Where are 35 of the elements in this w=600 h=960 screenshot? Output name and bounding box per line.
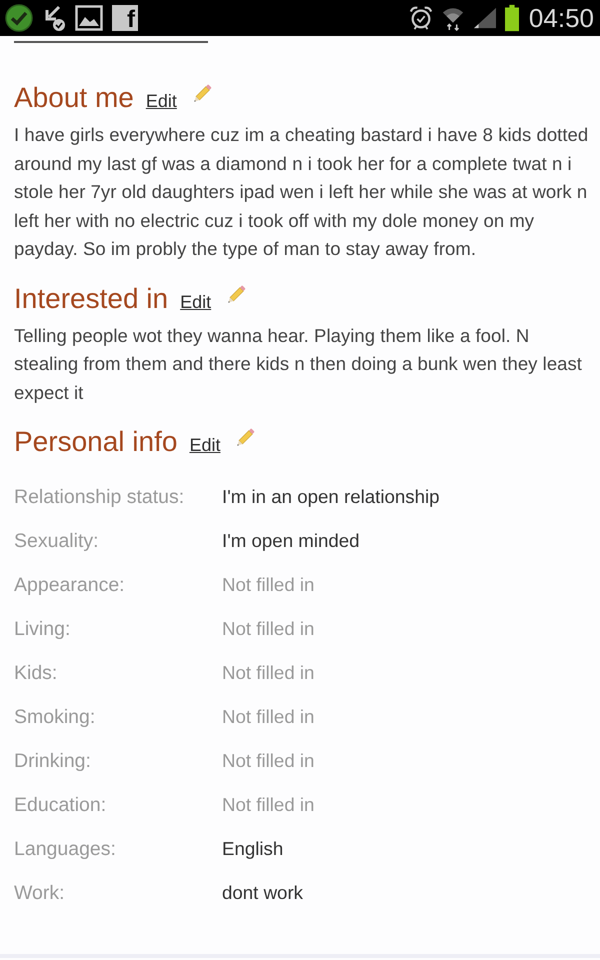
signal-icon (472, 7, 497, 29)
field-label: Appearance: (14, 574, 126, 596)
edit-link[interactable]: Edit (180, 288, 212, 316)
clock-time: 04:50 (528, 3, 594, 33)
field-label: Education: (14, 794, 108, 816)
field-value: I'm in an open relationship (222, 486, 440, 508)
field-label: Languages: (14, 838, 117, 860)
check-circle-icon (5, 4, 33, 32)
field-label: Living: (14, 618, 72, 640)
field-label: Kids: (14, 662, 58, 684)
battery-icon (504, 4, 519, 32)
field-label: Drinking: (14, 750, 92, 772)
field-value: English (222, 838, 284, 860)
field-label: Work: (14, 882, 66, 904)
field-value: Not filled in (222, 662, 314, 684)
field-label: Smoking: (14, 706, 96, 728)
app-notification-icon: f (112, 5, 138, 31)
edit-link[interactable]: Edit (146, 87, 177, 115)
section-text: Telling people wot they wanna hear. Playing them like a fool. N stealing from them and there kids n then doing a bunk wen they least expect it (14, 324, 583, 405)
field-value: Not filled in (222, 574, 314, 596)
section-text: I have girls everywhere cuz im a cheating bastard i have 8 kids dotted around my last gf was a diamond n i took her for a complete twat n i stole her 7yr old daughters ipad wen i left her while she was at work n left her with no electric cuz i took off with my dole money on my payday. So im probly the type of man to stay away from. (14, 123, 590, 261)
section-title: Interested in (14, 282, 168, 316)
field-label: Sexuality: (14, 530, 100, 552)
field-value: Not filled in (222, 750, 314, 772)
field-value: Not filled in (222, 706, 314, 728)
section-title: Personal info (14, 425, 178, 459)
image-icon (75, 5, 103, 31)
field-value: Not filled in (222, 618, 314, 640)
field-value: Not filled in (222, 794, 314, 816)
alarm-clock-icon (408, 5, 433, 31)
field-value: I'm open minded (222, 530, 360, 552)
field-label: Relationship status: (14, 486, 186, 508)
field-value: dont work (222, 882, 304, 904)
edit-link[interactable]: Edit (189, 431, 220, 459)
section-title: About me (14, 81, 134, 115)
